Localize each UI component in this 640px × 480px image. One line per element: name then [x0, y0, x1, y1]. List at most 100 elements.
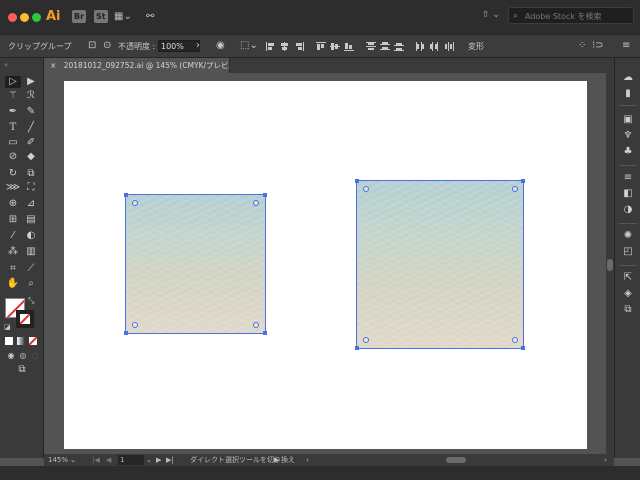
selection-handle[interactable] — [124, 331, 128, 335]
corner-widget[interactable] — [363, 337, 369, 343]
opacity-field[interactable]: 100% — [158, 40, 200, 52]
panel-menu-icon[interactable]: ≡ — [622, 40, 630, 51]
selection-handle[interactable] — [521, 346, 525, 350]
vertical-distribute-center-icon[interactable] — [380, 42, 390, 51]
eraser-tool-icon[interactable]: ◆ — [23, 151, 39, 163]
gradient-mode-icon[interactable] — [17, 337, 25, 345]
layers-icon[interactable]: ◈ — [622, 288, 634, 300]
graphic-styles-icon[interactable]: ◰ — [622, 246, 634, 258]
align-to-selection-icon[interactable]: ⬚⌄ — [240, 40, 258, 51]
document-tab[interactable]: × 20181012_092752.ai @ 145% (CMYK/プレビュー) — [44, 58, 247, 73]
asset-export-icon[interactable]: ⇱ — [622, 272, 634, 284]
vertical-distribute-top-icon[interactable] — [366, 42, 376, 51]
properties-icon[interactable]: ▮ — [622, 88, 634, 100]
collapse-panel-icon[interactable]: « — [4, 61, 8, 69]
curvature-tool-icon[interactable]: ✎ — [23, 106, 39, 118]
swap-fill-stroke-icon[interactable]: ⤡ — [28, 296, 34, 306]
eyedropper-tool-icon[interactable]: ⁄ — [5, 230, 21, 242]
clipped-image-2[interactable] — [356, 180, 524, 349]
selection-handle[interactable] — [263, 331, 267, 335]
vertical-align-top-icon[interactable] — [316, 42, 326, 51]
vertical-align-center-icon[interactable] — [330, 42, 340, 51]
pen-tool-icon[interactable]: ✒ — [5, 106, 21, 118]
gpu-performance-icon[interactable]: ⚯ — [146, 11, 154, 22]
perspective-grid-tool-icon[interactable]: ⊿ — [23, 198, 39, 210]
lasso-tool-icon[interactable]: ℛ — [23, 90, 39, 102]
opacity-chevron-icon[interactable]: › — [196, 40, 200, 51]
zoom-window-button[interactable] — [32, 13, 41, 22]
document-setup-icon[interactable]: ⁝⊃ — [592, 40, 604, 51]
selection-handle[interactable] — [521, 179, 525, 183]
scroll-right-icon[interactable]: › — [604, 454, 607, 466]
selection-handle[interactable] — [355, 179, 359, 183]
artboard-tool-icon[interactable]: ⌗ — [5, 263, 21, 275]
blend-tool-icon[interactable]: ◐ — [23, 230, 39, 242]
zoom-dropdown-icon[interactable]: ⌄ — [70, 454, 76, 466]
zoom-tool-icon[interactable]: ⌕ — [23, 278, 39, 290]
hand-tool-icon[interactable]: ✋ — [5, 278, 21, 290]
close-window-button[interactable] — [8, 13, 17, 22]
corner-widget[interactable] — [512, 186, 518, 192]
selection-tool-icon[interactable]: ▷ — [5, 76, 21, 88]
first-artboard-icon[interactable]: |◀ — [92, 454, 100, 466]
horizontal-distribute-center-icon[interactable] — [430, 42, 440, 51]
horizontal-align-left-icon[interactable] — [266, 42, 276, 51]
selection-handle[interactable] — [355, 346, 359, 350]
selection-handle[interactable] — [263, 193, 267, 197]
horizontal-align-center-icon[interactable] — [280, 42, 290, 51]
horizontal-align-right-icon[interactable] — [294, 42, 304, 51]
magic-wand-tool-icon[interactable]: ⚚ — [5, 90, 21, 102]
vertical-scrollbar-thumb[interactable] — [607, 259, 613, 271]
slice-tool-icon[interactable]: ⟋ — [23, 263, 39, 275]
horizontal-scrollbar-thumb[interactable] — [446, 457, 466, 463]
stock-button[interactable]: St — [94, 10, 108, 23]
selection-handle[interactable] — [124, 193, 128, 197]
stock-search-input[interactable]: ⌕ Adobe Stock を検索 — [508, 7, 634, 24]
change-screen-mode-icon[interactable]: ⧉ — [14, 364, 30, 376]
rectangle-tool-icon[interactable]: ▭ — [5, 137, 21, 149]
line-tool-icon[interactable]: ╱ — [23, 122, 39, 134]
transparency-icon[interactable]: ◑ — [622, 204, 634, 216]
gradient-tool-icon[interactable]: ▤ — [23, 214, 39, 226]
corner-widget[interactable] — [253, 200, 259, 206]
type-tool-icon[interactable]: T — [5, 122, 21, 134]
rotate-tool-icon[interactable]: ↻ — [5, 168, 21, 180]
none-mode-icon[interactable] — [29, 337, 37, 345]
last-artboard-icon[interactable]: ▶| — [166, 454, 174, 466]
stroke-icon[interactable]: ≡ — [622, 172, 634, 184]
artboard-number-field[interactable]: 1 — [118, 455, 144, 465]
free-transform-tool-icon[interactable]: ⛶ — [23, 182, 39, 194]
column-graph-tool-icon[interactable]: ▥ — [23, 246, 39, 258]
image-trace-icon[interactable]: ▣ — [622, 114, 634, 126]
edit-clipping-path-icon[interactable]: ⊡ — [88, 40, 96, 51]
default-fill-stroke-icon[interactable]: ◪ — [4, 323, 11, 331]
corner-widget[interactable] — [363, 186, 369, 192]
direct-selection-tool-icon[interactable]: ▶ — [23, 76, 39, 88]
vertical-scrollbar[interactable] — [606, 73, 614, 454]
bridge-button[interactable]: Br — [72, 10, 87, 23]
isolate-object-icon[interactable]: ⁘ — [578, 40, 586, 51]
vertical-align-bottom-icon[interactable] — [344, 42, 354, 51]
scroll-left-icon[interactable]: ‹ — [306, 454, 309, 466]
canvas-area[interactable] — [44, 73, 606, 454]
appearance-icon[interactable]: ✺ — [622, 230, 634, 242]
workspace-switcher[interactable]: ⇧ ⌄ — [482, 10, 500, 20]
corner-widget[interactable] — [253, 322, 259, 328]
clipped-image-1[interactable] — [125, 194, 266, 334]
shaper-tool-icon[interactable]: ⊘ — [5, 151, 21, 163]
libraries-icon[interactable]: ☁ — [622, 72, 634, 84]
brushes-icon[interactable]: ♆ — [622, 130, 634, 142]
mesh-tool-icon[interactable]: ⊞ — [5, 214, 21, 226]
width-tool-icon[interactable]: ⋙ — [5, 182, 21, 194]
corner-widget[interactable] — [512, 337, 518, 343]
draw-inside-icon[interactable]: ◌ — [27, 350, 43, 362]
recolor-artwork-icon[interactable]: ◉ — [216, 40, 225, 51]
horizontal-distribute-right-icon[interactable] — [444, 42, 454, 51]
previous-artboard-icon[interactable]: ◀ — [106, 454, 111, 466]
symbols-icon[interactable]: ♣ — [622, 146, 634, 158]
close-tab-icon[interactable]: × — [50, 61, 56, 70]
zoom-level[interactable]: 145% — [48, 454, 68, 466]
artboards-icon[interactable]: ⧉ — [622, 304, 634, 316]
transform-link[interactable]: 変形 — [468, 41, 484, 52]
symbol-sprayer-tool-icon[interactable]: ⁂ — [5, 246, 21, 258]
